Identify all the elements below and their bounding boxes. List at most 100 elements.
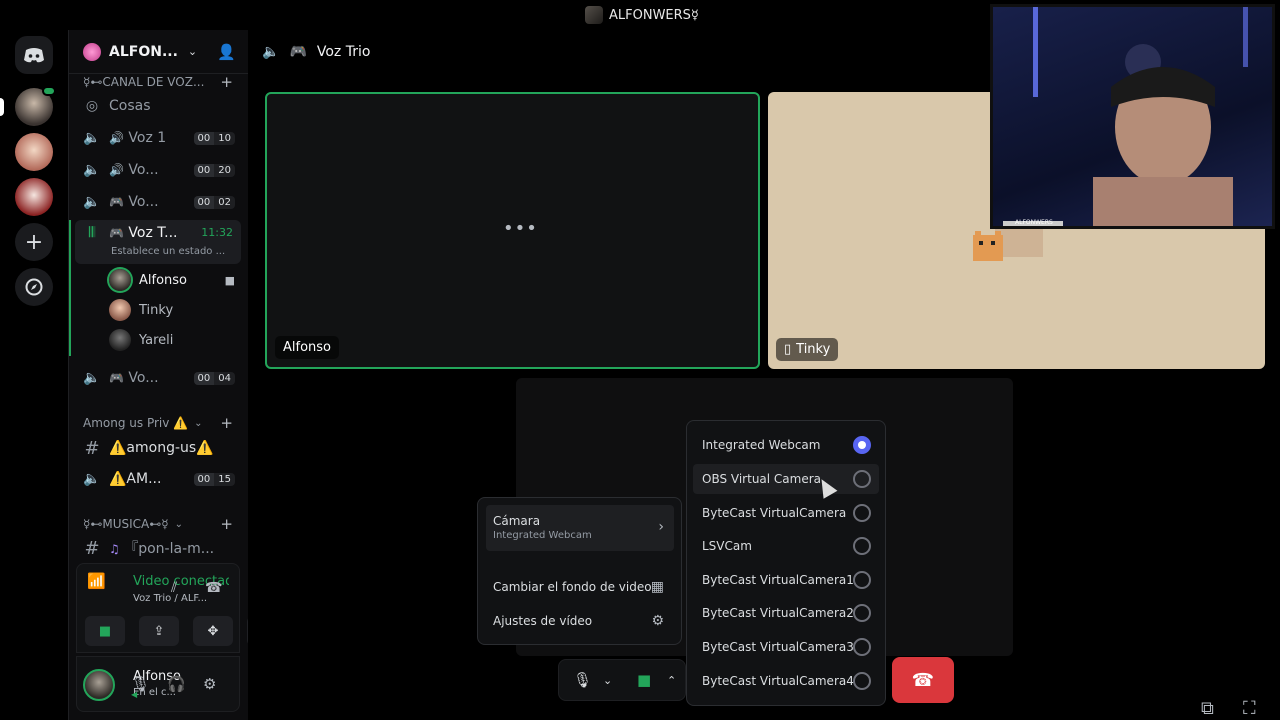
channel-label-text: Voz 1: [128, 130, 167, 146]
chevron-up-icon[interactable]: ⌃: [667, 674, 676, 687]
channel-status[interactable]: Establece un estado ...: [111, 246, 225, 257]
server-header-icon: [83, 42, 101, 61]
member-name: Yareli: [139, 332, 174, 348]
channel-among-us[interactable]: # ⚠️among-us⚠️: [75, 433, 241, 463]
chevron-down-icon[interactable]: ⌄: [603, 674, 612, 687]
channel-label: ⚠️among-us⚠️: [109, 440, 214, 456]
add-channel-icon[interactable]: +: [220, 73, 233, 91]
camera-option-integrated-webcam[interactable]: Integrated Webcam: [693, 430, 879, 460]
category-among[interactable]: Among us Priv ⚠️ ⌄ +: [83, 414, 233, 432]
phone-hangup-icon: ☎: [911, 669, 935, 691]
video-tile-alfonso[interactable]: ••• Alfonso: [265, 92, 760, 369]
microphone-icon[interactable]: 🎙: [573, 671, 592, 689]
channel-vo-3[interactable]: 🔈 🎮 Vo... 00 02: [75, 187, 241, 217]
speaker-icon: 🔈: [262, 44, 280, 60]
tile-name-tag: Alfonso: [275, 336, 340, 359]
radio[interactable]: [853, 504, 871, 522]
screen-share-button[interactable]: ⇪: [139, 616, 179, 646]
headphones-icon[interactable]: 🎧: [167, 675, 186, 693]
user-count: 00: [193, 472, 215, 486]
gamepad-emoji-icon: 🎮: [109, 371, 124, 385]
user-limit: 10: [214, 131, 235, 145]
discord-logo-icon: [24, 48, 44, 63]
radio[interactable]: [853, 537, 871, 555]
channel-cosas[interactable]: ◎ Cosas: [75, 91, 241, 121]
menu-item-video-settings[interactable]: Ajustes de vídeo ⚙: [486, 606, 674, 636]
fullscreen-icon[interactable]: ⛶: [1243, 698, 1256, 719]
pop-out-icon[interactable]: ⧉: [1201, 698, 1214, 719]
user-count: 00: [193, 131, 215, 145]
user-avatar[interactable]: [83, 669, 115, 701]
radio[interactable]: [853, 672, 871, 690]
user-limit: 20: [214, 163, 235, 177]
speaker-icon: 🔈: [83, 162, 101, 178]
invite-user-icon[interactable]: 👤: [217, 43, 236, 61]
channel-voz-trio[interactable]: 𝄃𝄃 🎮 Voz T... 11:32 Establece un estado …: [75, 220, 241, 264]
mobile-icon: ▯: [784, 342, 792, 357]
menu-item-label: Cambiar el fondo de video: [493, 580, 652, 594]
camera-option-obs[interactable]: OBS Virtual Camera: [693, 464, 879, 494]
camera-option-label: OBS Virtual Camera: [702, 472, 822, 486]
channel-vo-2[interactable]: 🔈 🔊 Vo... 00 20: [75, 155, 241, 185]
server-icon-2[interactable]: [15, 133, 53, 171]
speaker-icon: 🔈: [83, 130, 101, 146]
category-music[interactable]: ☿⊷MUSICA⊷☿ ⌄ +: [83, 515, 233, 533]
camera-option-lsvcam[interactable]: LSVCam: [693, 531, 879, 561]
category-voice[interactable]: ☿⊷CANAL DE VOZ... +: [83, 73, 233, 91]
channel-voz-1[interactable]: 🔈 🔊 Voz 1 00 10: [75, 123, 241, 153]
channel-header: 🔈 🎮 Voz Trio: [262, 44, 370, 60]
channel-vo-5[interactable]: 🔈 🎮 Vo... 00 04: [75, 363, 241, 393]
call-controls: 🎙 ⌄ ■ ⌃: [558, 659, 686, 701]
disconnect-icon[interactable]: ☎: [205, 580, 222, 596]
camera-option-bytecast-3[interactable]: ByteCast VirtualCamera3: [693, 632, 879, 662]
camera-option-label: ByteCast VirtualCamera4: [702, 674, 854, 688]
camera-option-bytecast[interactable]: ByteCast VirtualCamera: [693, 498, 879, 528]
server-header[interactable]: ALFON... ⌄ 👤: [69, 30, 248, 74]
member-tinky[interactable]: Tinky: [109, 299, 235, 321]
camera-option-bytecast-1[interactable]: ByteCast VirtualCamera1: [693, 565, 879, 595]
camera-toggle-icon[interactable]: ■: [637, 671, 651, 689]
channel-title: Voz Trio: [316, 44, 371, 60]
activities-button[interactable]: ✥: [193, 616, 233, 646]
menu-item-background[interactable]: Cambiar el fondo de video ▦: [486, 572, 674, 602]
disconnect-button[interactable]: ☎: [892, 657, 954, 703]
menu-item-camera[interactable]: Cámara Integrated Webcam ›: [486, 505, 674, 551]
microphone-icon[interactable]: 🎙: [131, 675, 150, 693]
add-channel-icon[interactable]: +: [220, 414, 233, 432]
channel-label: 🎮 Voz T...: [109, 225, 178, 241]
server-icon-3[interactable]: [15, 178, 53, 216]
camera-option-bytecast-2[interactable]: ByteCast VirtualCamera2: [693, 598, 879, 628]
channel-am[interactable]: 🔈 ⚠️AM... 00 15: [75, 464, 241, 494]
camera-option-bytecast-4[interactable]: ByteCast VirtualCamera4: [693, 666, 879, 696]
channel-pon-la-musica[interactable]: # ♫ 『pon-la-m...: [75, 533, 241, 563]
add-channel-icon[interactable]: +: [220, 515, 233, 533]
channel-label-text: Vo...: [128, 370, 159, 386]
active-channel-indicator: [69, 220, 71, 356]
gamepad-emoji-icon: 🎮: [289, 44, 307, 60]
camera-button[interactable]: ■: [85, 616, 125, 646]
camera-option-label: ByteCast VirtualCamera2: [702, 606, 854, 620]
user-panel: Alfonso En el c... ◀ 🎙 🎧 ⚙: [76, 656, 240, 712]
user-limit: 15: [214, 472, 235, 486]
add-server-button[interactable]: +: [15, 223, 53, 261]
radio[interactable]: [853, 470, 871, 488]
signal-icon[interactable]: 📶: [87, 572, 106, 590]
music-note-icon: ♫: [109, 542, 120, 556]
gear-icon[interactable]: ⚙: [203, 675, 216, 693]
radio[interactable]: [853, 571, 871, 589]
member-name: Alfonso: [139, 272, 188, 288]
noise-suppression-icon[interactable]: ⫽: [171, 580, 177, 596]
server-name: ALFON...: [109, 43, 178, 60]
radio[interactable]: [853, 604, 871, 622]
category-label: Among us Priv ⚠️: [83, 416, 189, 430]
member-yareli[interactable]: Yareli: [109, 329, 235, 351]
radio-selected[interactable]: [853, 436, 871, 454]
stage-icon: ◎: [85, 98, 99, 114]
explore-servers-button[interactable]: [15, 268, 53, 306]
member-alfonso[interactable]: Alfonso ■: [109, 269, 235, 291]
server-icon-alfon[interactable]: [15, 86, 56, 126]
radio[interactable]: [853, 638, 871, 656]
video-options-menu: Cámara Integrated Webcam › Cambiar el fo…: [477, 497, 682, 645]
direct-messages-button[interactable]: [15, 36, 53, 74]
speaker-icon: 🔈: [83, 471, 101, 487]
